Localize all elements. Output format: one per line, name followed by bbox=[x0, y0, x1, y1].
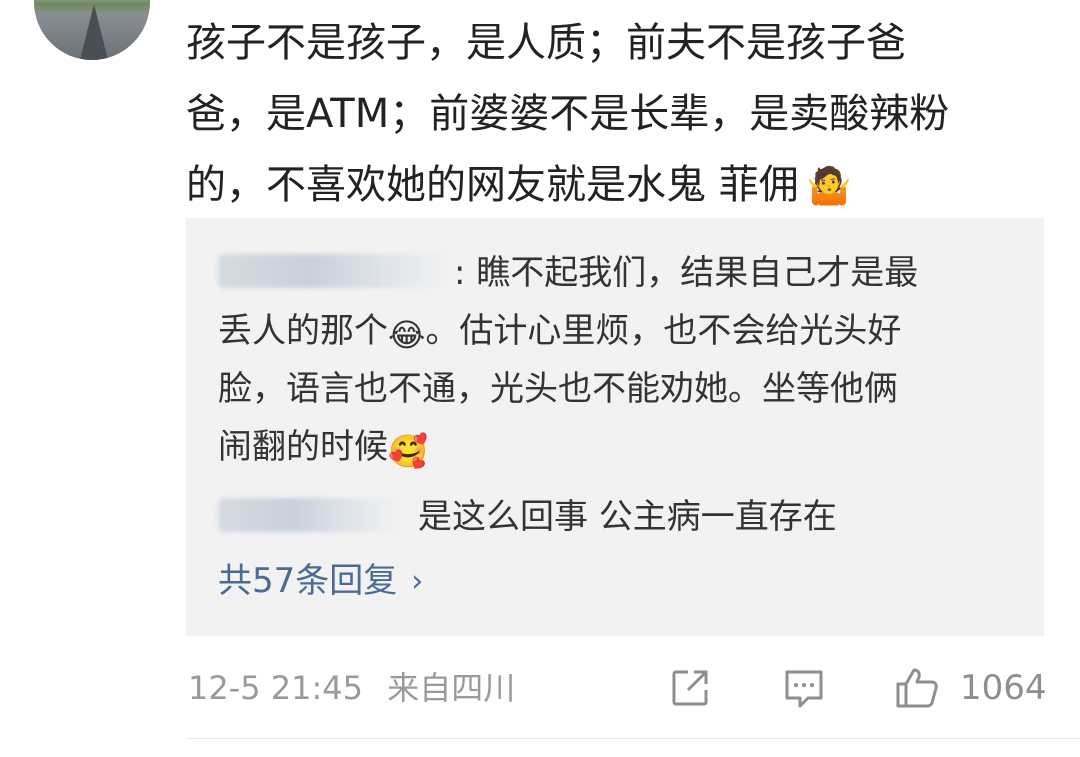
reply-first-line-4: 闹翻的时候🥰 bbox=[218, 418, 1008, 476]
blurred-username bbox=[218, 254, 454, 288]
comment-text: 孩子不是孩子，是人质；前夫不是孩子爸 爸，是ATM；前婆婆不是长辈，是卖酸辣粉 … bbox=[186, 8, 1056, 221]
reply-first-text-2: 丢人的那个 bbox=[218, 311, 388, 351]
comment-line-3: 的，不喜欢她的网友就是水鬼 菲佣 🤷 bbox=[186, 150, 1056, 221]
reply-second-text: 是这么回事 公主病一直存在 bbox=[418, 497, 837, 537]
reply-first-line-1: : 瞧不起我们，结果自己才是最 bbox=[218, 244, 1008, 302]
comment-line-1: 孩子不是孩子，是人质；前夫不是孩子爸 bbox=[186, 20, 906, 66]
share-button[interactable] bbox=[668, 664, 712, 712]
blurred-username bbox=[218, 498, 404, 532]
reply-first: : 瞧不起我们，结果自己才是最 丢人的那个😂。估计心里烦，也不会给光头好 脸，语… bbox=[218, 244, 1008, 476]
share-icon bbox=[672, 670, 708, 706]
more-replies-label: 共57条回复 bbox=[218, 561, 398, 601]
yum-emoji-icon: 🥰 bbox=[388, 432, 428, 470]
comment-line-3-text: 的，不喜欢她的网友就是水鬼 菲佣 bbox=[186, 162, 799, 208]
thumbs-up-icon bbox=[896, 668, 938, 708]
reply-first-text-1: : 瞧不起我们，结果自己才是最 bbox=[454, 253, 919, 293]
reply-first-text-5: 闹翻的时候 bbox=[218, 427, 388, 467]
comment-meta: 12-5 21:45 来自四川 bbox=[188, 666, 529, 710]
divider bbox=[186, 738, 1080, 739]
reply-second: 是这么回事 公主病一直存在 bbox=[218, 488, 1008, 546]
like-button[interactable]: 1064 bbox=[894, 664, 1047, 712]
reply-first-line-3: 脸，语言也不通，光头也不能劝她。坐等他俩 bbox=[218, 369, 898, 409]
reply-comment-button[interactable] bbox=[782, 664, 826, 712]
reply-first-line-2: 丢人的那个😂。估计心里烦，也不会给光头好 bbox=[218, 302, 1008, 360]
view-more-replies-link[interactable]: 共57条回复 › bbox=[218, 552, 423, 611]
laughing-emoji-icon: 😂 bbox=[388, 316, 426, 354]
comment-location: 来自四川 bbox=[387, 669, 516, 707]
chevron-right-icon: › bbox=[411, 564, 424, 599]
comment-line-2: 爸，是ATM；前婆婆不是长辈，是卖酸辣粉 bbox=[186, 91, 950, 137]
avatar-road-image bbox=[80, 4, 108, 60]
reply-first-text-3: 。估计心里烦，也不会给光头好 bbox=[425, 311, 902, 351]
comment-datetime: 12-5 21:45 bbox=[188, 669, 364, 707]
user-avatar[interactable] bbox=[34, 0, 150, 60]
reply-preview-box[interactable]: : 瞧不起我们，结果自己才是最 丢人的那个😂。估计心里烦，也不会给光头好 脸，语… bbox=[186, 218, 1044, 636]
like-count: 1064 bbox=[960, 668, 1047, 708]
shrug-emoji-icon: 🤷 bbox=[806, 166, 852, 207]
comment-icon bbox=[785, 670, 823, 708]
